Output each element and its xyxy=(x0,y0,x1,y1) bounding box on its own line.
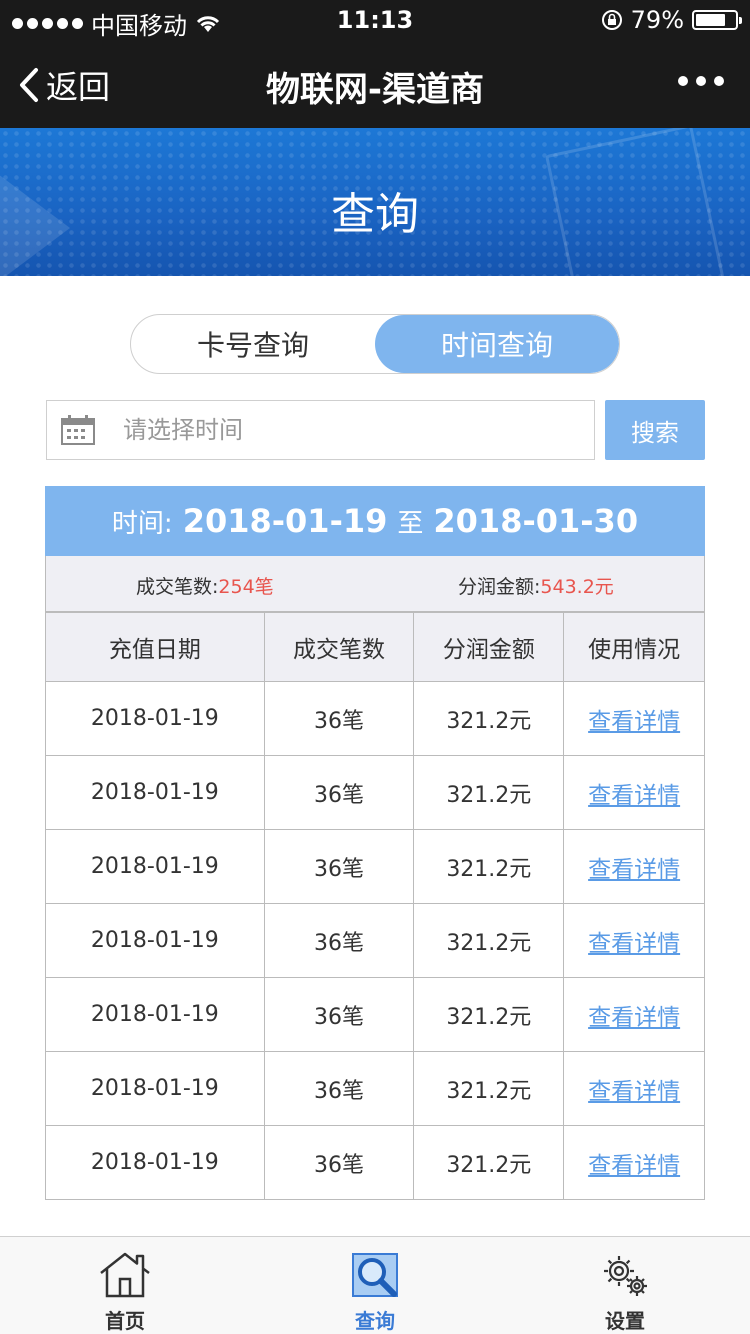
table-row: 2018-01-19 36笔 321.2元 查看详情 xyxy=(45,681,705,756)
tab-settings-label: 设置 xyxy=(605,1309,645,1333)
view-details-link[interactable]: 查看详情 xyxy=(588,1153,680,1179)
column-header-usage: 使用情况 xyxy=(563,612,705,682)
tab-home-label: 首页 xyxy=(105,1309,145,1333)
table-row: 2018-01-19 36笔 321.2元 查看详情 xyxy=(45,1051,705,1126)
view-details-link[interactable]: 查看详情 xyxy=(588,931,680,957)
date-range-header: 时间: 2018-01-19 至 2018-01-30 xyxy=(45,486,705,556)
view-details-link[interactable]: 查看详情 xyxy=(588,1079,680,1105)
summary-count-label: 成交笔数: xyxy=(136,576,219,598)
cell-usage: 查看详情 xyxy=(563,1125,705,1200)
range-label: 时间: xyxy=(111,508,173,539)
cell-date: 2018-01-19 xyxy=(45,1051,265,1126)
cell-usage: 查看详情 xyxy=(563,903,705,978)
range-end-date: 2018-01-30 xyxy=(433,502,639,540)
search-button[interactable]: 搜索 xyxy=(605,400,705,460)
cell-date: 2018-01-19 xyxy=(45,681,265,756)
tab-card-number-query[interactable]: 卡号查询 xyxy=(131,315,375,373)
query-mode-segment: 卡号查询 时间查询 xyxy=(130,314,620,374)
bottom-tab-bar: 首页 查询 设置 xyxy=(0,1236,750,1334)
view-details-link[interactable]: 查看详情 xyxy=(588,857,680,883)
gear-icon xyxy=(604,1256,647,1296)
tab-settings[interactable]: 设置 xyxy=(500,1237,750,1334)
cell-usage: 查看详情 xyxy=(563,755,705,830)
table-row: 2018-01-19 36笔 321.2元 查看详情 xyxy=(45,755,705,830)
summary-count: 成交笔数:254笔 xyxy=(136,572,274,599)
cell-amount: 321.2元 xyxy=(413,1051,565,1126)
cell-count: 36笔 xyxy=(263,829,415,904)
column-header-count: 成交笔数 xyxy=(263,612,415,682)
status-bar: 中国移动 11:13 79% xyxy=(0,0,750,40)
cell-count: 36笔 xyxy=(263,1125,415,1200)
cell-count: 36笔 xyxy=(263,681,415,756)
banner-title: 查询 xyxy=(331,189,419,240)
summary-amount-value: 543.2元 xyxy=(540,576,614,598)
summary-amount: 分润金额:543.2元 xyxy=(458,572,614,599)
cell-date: 2018-01-19 xyxy=(45,829,265,904)
nav-bar: 返回 物联网-渠道商 xyxy=(0,40,750,128)
date-picker-field[interactable] xyxy=(46,400,595,460)
table-row: 2018-01-19 36笔 321.2元 查看详情 xyxy=(45,977,705,1052)
cell-count: 36笔 xyxy=(263,903,415,978)
tab-search[interactable]: 查询 xyxy=(250,1237,500,1334)
summary-amount-label: 分润金额: xyxy=(458,576,541,598)
cell-count: 36笔 xyxy=(263,977,415,1052)
cell-amount: 321.2元 xyxy=(413,977,565,1052)
column-header-amount: 分润金额 xyxy=(413,612,565,682)
tab-search-label: 查询 xyxy=(355,1309,395,1333)
cell-amount: 321.2元 xyxy=(413,1125,565,1200)
search-icon xyxy=(352,1253,398,1297)
tab-home[interactable]: 首页 xyxy=(0,1237,250,1334)
cell-date: 2018-01-19 xyxy=(45,903,265,978)
column-header-date: 充值日期 xyxy=(45,612,265,682)
page-title: 物联网-渠道商 xyxy=(265,70,485,110)
cell-amount: 321.2元 xyxy=(413,681,565,756)
view-details-link[interactable]: 查看详情 xyxy=(588,709,680,735)
table-header-row: 充值日期 成交笔数 分润金额 使用情况 xyxy=(45,612,705,682)
header-banner: 查询 xyxy=(0,128,750,276)
cell-date: 2018-01-19 xyxy=(45,977,265,1052)
calendar-icon xyxy=(61,415,95,445)
tab-time-query[interactable]: 时间查询 xyxy=(375,315,619,373)
cell-amount: 321.2元 xyxy=(413,829,565,904)
more-icon[interactable] xyxy=(678,76,724,86)
cell-usage: 查看详情 xyxy=(563,1051,705,1126)
summary-count-value: 254笔 xyxy=(218,576,274,598)
date-input[interactable] xyxy=(123,416,543,444)
cell-amount: 321.2元 xyxy=(413,755,565,830)
view-details-link[interactable]: 查看详情 xyxy=(588,783,680,809)
cell-usage: 查看详情 xyxy=(563,681,705,756)
status-right: 79% xyxy=(601,6,742,34)
cell-usage: 查看详情 xyxy=(563,829,705,904)
range-start-date: 2018-01-19 xyxy=(182,502,388,540)
cell-amount: 321.2元 xyxy=(413,903,565,978)
summary-row: 成交笔数:254笔 分润金额:543.2元 xyxy=(45,556,705,612)
battery-icon xyxy=(692,10,742,30)
cell-date: 2018-01-19 xyxy=(45,1125,265,1200)
cell-count: 36笔 xyxy=(263,1051,415,1126)
rotation-lock-icon xyxy=(601,10,622,30)
table-row: 2018-01-19 36笔 321.2元 查看详情 xyxy=(45,1125,705,1200)
cell-date: 2018-01-19 xyxy=(45,755,265,830)
battery-percent: 79% xyxy=(630,6,684,34)
view-details-link[interactable]: 查看详情 xyxy=(588,1005,680,1031)
table-row: 2018-01-19 36笔 321.2元 查看详情 xyxy=(45,829,705,904)
cell-count: 36笔 xyxy=(263,755,415,830)
range-separator: 至 xyxy=(397,508,424,539)
cell-usage: 查看详情 xyxy=(563,977,705,1052)
table-row: 2018-01-19 36笔 321.2元 查看详情 xyxy=(45,903,705,978)
records-table: 充值日期 成交笔数 分润金额 使用情况 2018-01-19 36笔 321.2… xyxy=(45,612,705,1200)
home-icon xyxy=(100,1252,150,1298)
